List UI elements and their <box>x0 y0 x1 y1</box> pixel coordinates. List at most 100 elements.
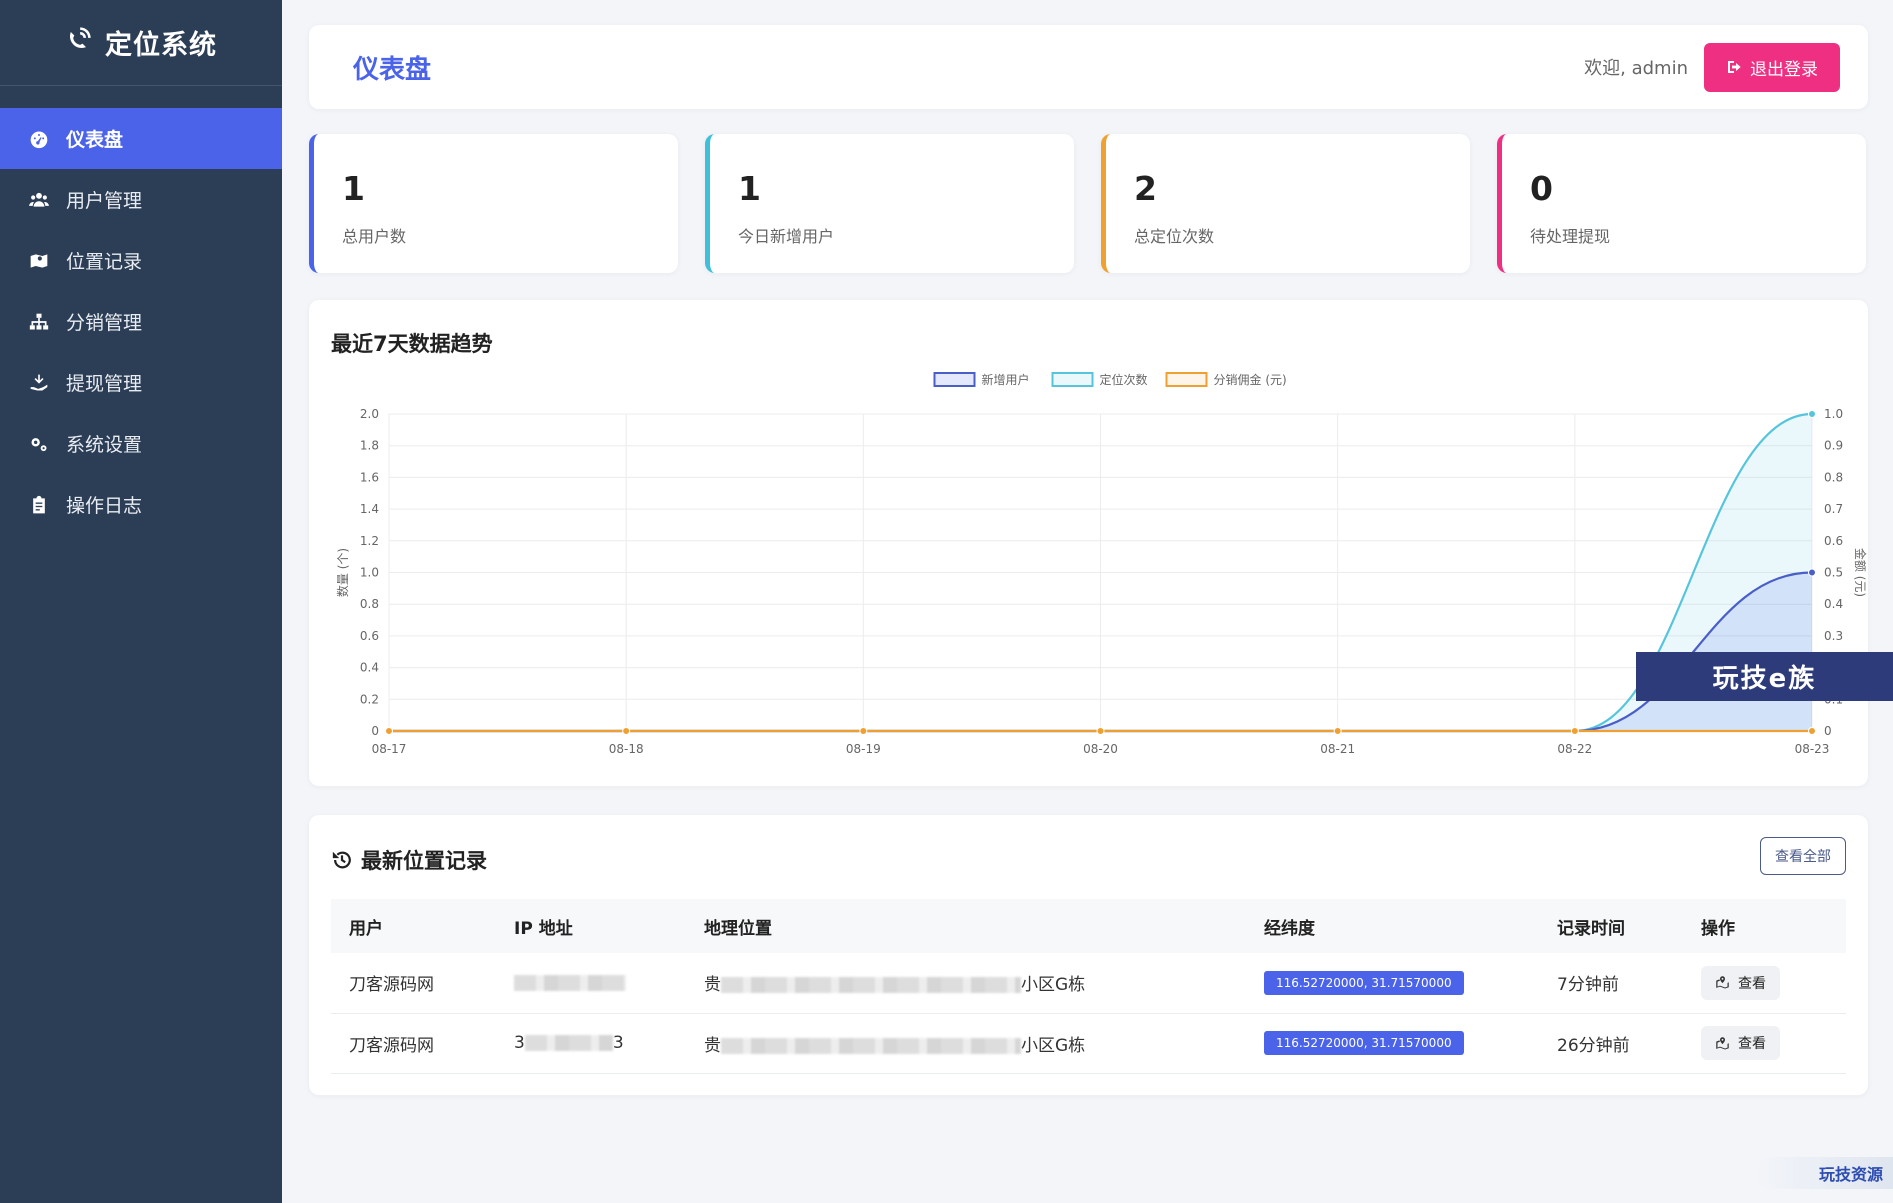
users-icon <box>28 189 50 211</box>
table-row: 刀客源码网 33 贵小区G栋 116.52720000, 31.71570000… <box>331 1013 1846 1073</box>
view-label: 查看 <box>1738 975 1766 992</box>
watermark-logo: 玩技e族 <box>1636 652 1893 701</box>
y-tick-label: 1.8 <box>360 439 379 453</box>
y-tick-label: 1.6 <box>360 470 379 484</box>
watermark-logo-corner: 玩技资源 <box>1755 1157 1893 1189</box>
col-user: 用户 <box>349 918 383 939</box>
view-all-button[interactable]: 查看全部 <box>1760 837 1846 875</box>
sign-out-icon <box>1728 61 1741 73</box>
y2-tick-label: 0.8 <box>1824 470 1843 484</box>
data-point <box>1570 727 1579 735</box>
stat-label: 待处理提现 <box>1530 227 1611 246</box>
cell-action: 查看 <box>1683 1013 1846 1073</box>
legend-label: 新增用户 <box>982 372 1030 387</box>
ip-prefix: 3 <box>514 1033 525 1053</box>
col-time: 记录时间 <box>1557 918 1625 939</box>
cell-location: 贵 小区G栋 <box>686 1013 1246 1073</box>
top-header: 仪表盘 欢迎, admin 退出登录 <box>309 25 1868 109</box>
sidebar-item-withdraw[interactable]: 提现管理 <box>0 352 282 413</box>
y2-tick-label: 1.0 <box>1824 407 1843 421</box>
sidebar-item-distribution[interactable]: 分销管理 <box>0 291 282 352</box>
sidebar-item-logs[interactable]: 操作日志 <box>0 474 282 535</box>
data-point <box>1808 410 1816 418</box>
cell-coords: 116.52720000, 31.71570000 <box>1246 1013 1539 1073</box>
hand-coin-icon <box>28 372 50 394</box>
x-tick-label: 08-19 <box>846 742 881 756</box>
x-tick-label: 08-20 <box>1083 742 1118 756</box>
stat-label: 总定位次数 <box>1134 227 1215 246</box>
stat-label: 今日新增用户 <box>738 227 835 246</box>
data-point <box>1808 727 1816 735</box>
legend-label: 分销佣金 (元) <box>1214 372 1287 387</box>
page-title: 仪表盘 <box>353 54 432 85</box>
cell-ip: 33 <box>496 1013 686 1073</box>
y-axis-label: 数量 (个) <box>335 548 350 597</box>
sidebar-item-label: 操作日志 <box>66 495 143 517</box>
col-coords: 经纬度 <box>1264 918 1315 939</box>
stat-card-new-users: 1 今日新增用户 <box>705 134 1074 273</box>
redacted-ip <box>524 1035 613 1051</box>
sidebar-item-dashboard[interactable]: 仪表盘 <box>0 108 282 169</box>
recent-title-group: 最新位置记录 <box>331 845 487 875</box>
main-content: 仪表盘 欢迎, admin 退出登录 1 总用户数 1 今日新增用户 2 总定位… <box>282 0 1893 1203</box>
y-tick-label: 0.2 <box>360 692 379 706</box>
redacted-location <box>721 977 1021 994</box>
y2-tick-label: 0.4 <box>1824 597 1843 611</box>
coords-badge: 116.52720000, 31.71570000 <box>1264 1031 1464 1055</box>
trend-chart: 00.20.40.60.81.01.21.41.61.82.000.10.20.… <box>335 372 1868 756</box>
legend-swatch <box>933 372 976 387</box>
stat-value: 1 <box>342 169 365 208</box>
legend-label: 定位次数 <box>1100 372 1148 387</box>
y2-tick-label: 0.3 <box>1824 629 1843 643</box>
col-ip: IP 地址 <box>514 918 573 939</box>
y2-tick-label: 0.6 <box>1824 534 1843 548</box>
x-tick-label: 08-22 <box>1557 742 1592 756</box>
location-prefix: 贵 <box>704 1035 721 1056</box>
y-tick-label: 1.0 <box>360 566 379 580</box>
sidebar-item-settings[interactable]: 系统设置 <box>0 413 282 474</box>
sidebar-item-label: 用户管理 <box>66 190 143 212</box>
table-header-row: 用户 IP 地址 地理位置 经纬度 记录时间 操作 <box>331 899 1846 953</box>
ip-suffix: 3 <box>612 1033 624 1053</box>
view-location-button[interactable]: 查看 <box>1701 1026 1780 1060</box>
y2-axis-label: 金额 (元) <box>1853 548 1868 597</box>
location-suffix: 小区G栋 <box>1021 975 1086 996</box>
sidebar: 定位系统 仪表盘 用户管理 位置记录 分销管理 提现管理 系统设置 操作日志 <box>0 0 282 1203</box>
data-point <box>1808 568 1816 577</box>
cell-coords: 116.52720000, 31.71570000 <box>1246 953 1539 1013</box>
cell-ip <box>496 953 686 1013</box>
cell-action: 查看 <box>1683 953 1846 1013</box>
stat-card-withdrawals: 0 待处理提现 <box>1497 134 1866 273</box>
col-location: 地理位置 <box>704 918 772 939</box>
view-label: 查看 <box>1738 1036 1766 1052</box>
view-location-button[interactable]: 查看 <box>1701 965 1780 1000</box>
gears-icon <box>28 433 50 455</box>
brand: 定位系统 <box>0 0 282 86</box>
clipboard-icon <box>28 494 50 516</box>
location-prefix: 贵 <box>704 975 721 996</box>
x-tick-label: 08-18 <box>609 742 644 756</box>
stat-value: 2 <box>1134 169 1157 208</box>
table-row: 刀客源码网 贵 小区G栋 116.52720000, 31.71570000 7分… <box>331 953 1846 1013</box>
y2-tick-label: 0 <box>1824 724 1832 738</box>
cell-location: 贵 小区G栋 <box>686 953 1246 1013</box>
y-tick-label: 0.4 <box>360 661 379 675</box>
legend-swatch <box>1165 372 1208 387</box>
cell-user: 刀客源码网 <box>349 1035 434 1056</box>
logout-label: 退出登录 <box>1750 59 1818 80</box>
sidebar-item-locations[interactable]: 位置记录 <box>0 230 282 291</box>
x-tick-label: 08-23 <box>1795 742 1830 756</box>
sitemap-icon <box>28 311 50 333</box>
stat-card-locations: 2 总定位次数 <box>1101 134 1470 273</box>
redacted-location <box>721 1037 1021 1054</box>
data-point <box>1096 727 1105 735</box>
recent-locations-card: 最新位置记录 查看全部 用户 IP 地址 地理位置 经纬度 记录时间 操作 刀客… <box>309 815 1868 1095</box>
coords-badge: 116.52720000, 31.71570000 <box>1264 970 1464 995</box>
map-icon <box>28 250 50 272</box>
sidebar-item-label: 位置记录 <box>66 251 143 273</box>
y-tick-label: 2.0 <box>360 407 379 421</box>
cell-time: 26分钟前 <box>1557 1035 1630 1056</box>
sidebar-item-users[interactable]: 用户管理 <box>0 169 282 230</box>
sidebar-menu: 仪表盘 用户管理 位置记录 分销管理 提现管理 系统设置 操作日志 <box>0 108 282 535</box>
logout-button[interactable]: 退出登录 <box>1704 42 1840 92</box>
